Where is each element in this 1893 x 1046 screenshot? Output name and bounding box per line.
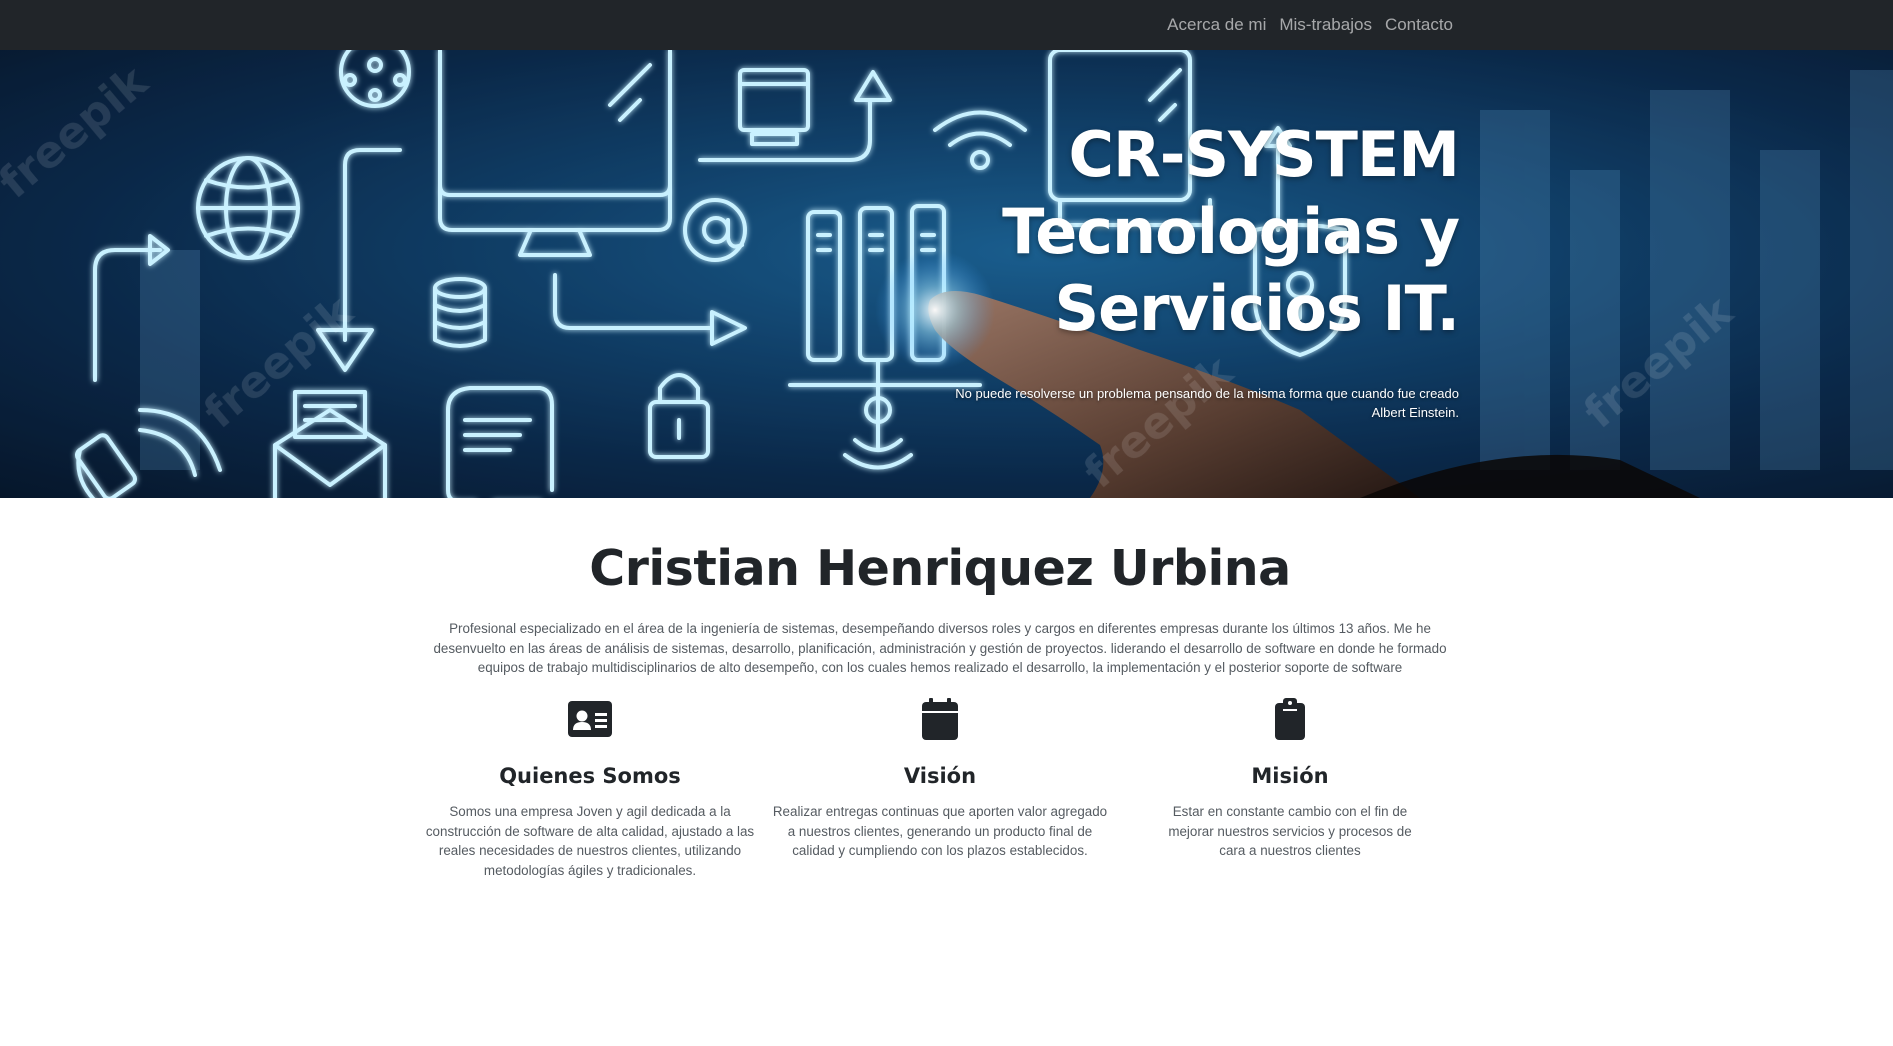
feature-vision: Visión Realizar entregas continuas que a…	[770, 698, 1110, 861]
hero-title: CR-SYSTEM Tecnologias y Servicios IT.	[1002, 116, 1460, 347]
nav-links: Acerca de mi Mis-trabajos Contacto	[1167, 0, 1453, 50]
id-card-icon	[568, 701, 612, 737]
hero-title-line-2: Tecnologias y	[1002, 195, 1460, 268]
top-navbar: Acerca de mi Mis-trabajos Contacto	[0, 0, 1893, 50]
feature-text: Somos una empresa Joven y agil dedicada …	[425, 804, 755, 878]
nav-link-trabajos[interactable]: Mis-trabajos	[1279, 15, 1372, 35]
feature-mision: Misión Estar en constante cambio con el …	[1120, 698, 1460, 861]
about-name-heading: Cristian Henriquez Urbina	[589, 540, 1291, 597]
calendar-icon	[922, 698, 958, 740]
feature-quienes-somos: Quienes Somos Somos una empresa Joven y …	[420, 698, 760, 880]
feature-text: Realizar entregas continuas que aporten …	[772, 804, 1108, 858]
hero-title-line-1: CR-SYSTEM	[1068, 118, 1460, 191]
feature-title: Quienes Somos	[499, 764, 681, 788]
hero-banner: freepik freepik freepik freepik CR-SYSTE…	[0, 50, 1893, 498]
feature-text: Estar en constante cambio con el fin de …	[1168, 804, 1412, 858]
feature-title: Misión	[1251, 764, 1329, 788]
feature-title: Visión	[903, 764, 977, 788]
hero-quote: No puede resolverse un problema pensando…	[955, 384, 1459, 422]
features-row: Quienes Somos Somos una empresa Joven y …	[420, 698, 1460, 898]
nav-link-contacto[interactable]: Contacto	[1385, 15, 1453, 35]
hero-background-illustration: freepik freepik freepik freepik	[0, 50, 1893, 498]
about-section: Cristian Henriquez Urbina Profesional es…	[420, 498, 1460, 878]
hero-quote-text: No puede resolverse un problema pensando…	[955, 386, 1459, 401]
clipboard-icon	[1275, 698, 1305, 740]
nav-link-acerca[interactable]: Acerca de mi	[1167, 15, 1266, 35]
hero-title-line-3: Servicios IT.	[1054, 272, 1460, 345]
about-description: Profesional especializado en el área de …	[433, 621, 1447, 675]
hero-quote-author: Albert Einstein.	[1371, 405, 1459, 420]
